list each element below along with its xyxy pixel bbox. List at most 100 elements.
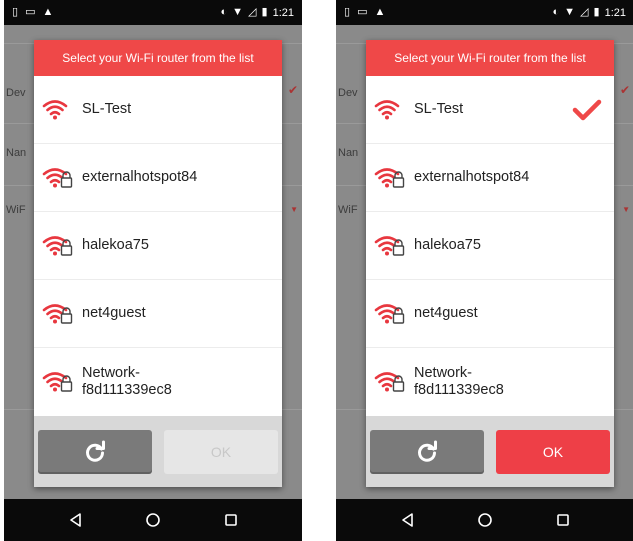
wifi-secured-icon xyxy=(42,372,73,392)
dialog-title: Select your Wi-Fi router from the list xyxy=(34,40,282,76)
network-name-line: f8d111339ec8 xyxy=(82,382,172,398)
network-name-line: halekoa75 xyxy=(82,237,149,254)
ok-button[interactable]: OK xyxy=(496,429,610,474)
recents-icon[interactable] xyxy=(550,510,576,530)
background-label: Dev xyxy=(338,87,358,99)
home-icon[interactable] xyxy=(472,510,498,530)
wifi-icon-wrapper xyxy=(42,302,76,326)
warning-icon: ▲ xyxy=(42,6,54,18)
network-name: halekoa75 xyxy=(82,237,202,254)
wifi-secured-icon xyxy=(374,235,405,256)
network-name-line: Network- xyxy=(82,365,141,382)
notification-icon: ▯ xyxy=(12,6,19,18)
network-item[interactable]: net4guest xyxy=(366,280,614,348)
network-name-line: Network- xyxy=(414,365,473,382)
battery-icon: ▮ xyxy=(593,6,600,18)
network-item[interactable]: SL-Test xyxy=(34,76,282,144)
wifi-icon xyxy=(42,99,68,119)
network-name: Network-f8d111339ec8 xyxy=(82,365,202,398)
network-name: halekoa75 xyxy=(414,237,534,254)
network-name-line: externalhotspot84 xyxy=(82,169,198,186)
network-item[interactable]: externalhotspot84 xyxy=(366,144,614,212)
background-label: Nan xyxy=(6,147,27,159)
network-name-line: f8d111339ec8 xyxy=(414,382,504,398)
network-name: net4guest xyxy=(82,305,202,322)
background-check-icon: ✔ xyxy=(619,83,630,97)
network-item[interactable]: Network-f8d111339ec8 xyxy=(34,348,282,416)
network-item[interactable]: halekoa75 xyxy=(34,212,282,280)
wifi-secured-icon xyxy=(374,303,405,324)
network-name-line: net4guest xyxy=(82,305,146,322)
wifi-secured-icon xyxy=(374,167,405,188)
wifi-icon-wrapper xyxy=(42,98,76,122)
wifi-secured-icon xyxy=(42,235,73,256)
wifi-status-icon: ▼ xyxy=(564,6,576,18)
wifi-select-dialog: Select your Wi-Fi router from the list S… xyxy=(366,40,614,487)
wifi-secured-icon xyxy=(374,372,405,392)
dialog-button-bar: OK xyxy=(34,416,282,487)
refresh-button[interactable] xyxy=(370,429,484,474)
signal-icon: ◿ xyxy=(580,6,589,18)
status-bar: ▯ ▭ ▲ ◐ ▼ ◿ ▮ 1:21 xyxy=(4,0,302,25)
wifi-icon-wrapper xyxy=(374,370,408,394)
wifi-icon xyxy=(374,99,400,119)
battery-icon: ▮ xyxy=(261,6,268,18)
sync-icon: ◐ xyxy=(552,6,560,18)
dialog-title: Select your Wi-Fi router from the list xyxy=(366,40,614,76)
clock: 1:21 xyxy=(272,6,294,19)
wifi-icon-wrapper xyxy=(374,166,408,190)
network-item[interactable]: Network-f8d111339ec8 xyxy=(366,348,614,416)
navigation-bar xyxy=(336,499,633,541)
status-bar: ▯ ▭ ▲ ◐ ▼ ◿ ▮ 1:21 xyxy=(336,0,633,25)
warning-icon: ▲ xyxy=(374,6,386,18)
wifi-icon-wrapper xyxy=(374,302,408,326)
wifi-icon-wrapper xyxy=(374,234,408,258)
network-name: externalhotspot84 xyxy=(414,169,534,186)
back-icon[interactable] xyxy=(62,510,88,530)
image-notification-icon: ▭ xyxy=(25,6,36,18)
background-dropdown-icon: ▼ xyxy=(290,205,298,214)
network-item[interactable]: SL-Test xyxy=(366,76,614,144)
image-notification-icon: ▭ xyxy=(357,6,368,18)
wifi-icon-wrapper xyxy=(42,370,76,394)
notification-icon: ▯ xyxy=(344,6,351,18)
signal-icon: ◿ xyxy=(248,6,257,18)
network-list: SL-Test externalhotspot84 halekoa75 net4gue… xyxy=(34,76,282,416)
back-icon[interactable] xyxy=(394,510,420,530)
network-item[interactable]: externalhotspot84 xyxy=(34,144,282,212)
clock: 1:21 xyxy=(604,6,626,19)
recents-icon[interactable] xyxy=(218,510,244,530)
phone-screen-before: ▯ ▭ ▲ ◐ ▼ ◿ ▮ 1:21 Dev ✔ Nan WiF ▼ Selec… xyxy=(4,0,302,541)
background-check-icon: ✔ xyxy=(287,83,298,97)
wifi-icon-wrapper xyxy=(374,98,408,122)
wifi-secured-icon xyxy=(42,303,73,324)
selected-check-icon xyxy=(572,99,602,121)
background-dropdown-icon: ▼ xyxy=(622,205,630,214)
wifi-secured-icon xyxy=(42,167,73,188)
network-name: SL-Test xyxy=(82,101,202,118)
network-name-line: net4guest xyxy=(414,305,478,322)
network-name: net4guest xyxy=(414,305,534,322)
network-list: SL-Test externalhotspot84 halekoa75 net4gue… xyxy=(366,76,614,416)
wifi-icon-wrapper xyxy=(42,166,76,190)
wifi-status-icon: ▼ xyxy=(232,6,244,18)
background-label: WiF xyxy=(6,204,26,216)
phone-screen-after: ▯ ▭ ▲ ◐ ▼ ◿ ▮ 1:21 Dev ✔ Nan WiF ▼ Selec… xyxy=(336,0,633,541)
network-name-line: SL-Test xyxy=(82,101,132,118)
network-name: externalhotspot84 xyxy=(82,169,202,186)
network-name-line: halekoa75 xyxy=(414,237,481,254)
background-label: Dev xyxy=(6,87,26,99)
ok-button[interactable]: OK xyxy=(164,429,278,474)
refresh-icon xyxy=(86,440,105,462)
wifi-icon-wrapper xyxy=(42,234,76,258)
refresh-button[interactable] xyxy=(38,429,152,474)
network-name-line: SL-Test xyxy=(414,101,464,118)
background-label: WiF xyxy=(338,204,358,216)
refresh-icon xyxy=(418,440,437,462)
network-item[interactable]: halekoa75 xyxy=(366,212,614,280)
network-item[interactable]: net4guest xyxy=(34,280,282,348)
network-name-line: externalhotspot84 xyxy=(414,169,530,186)
home-icon[interactable] xyxy=(140,510,166,530)
navigation-bar xyxy=(4,499,302,541)
sync-icon: ◐ xyxy=(220,6,228,18)
